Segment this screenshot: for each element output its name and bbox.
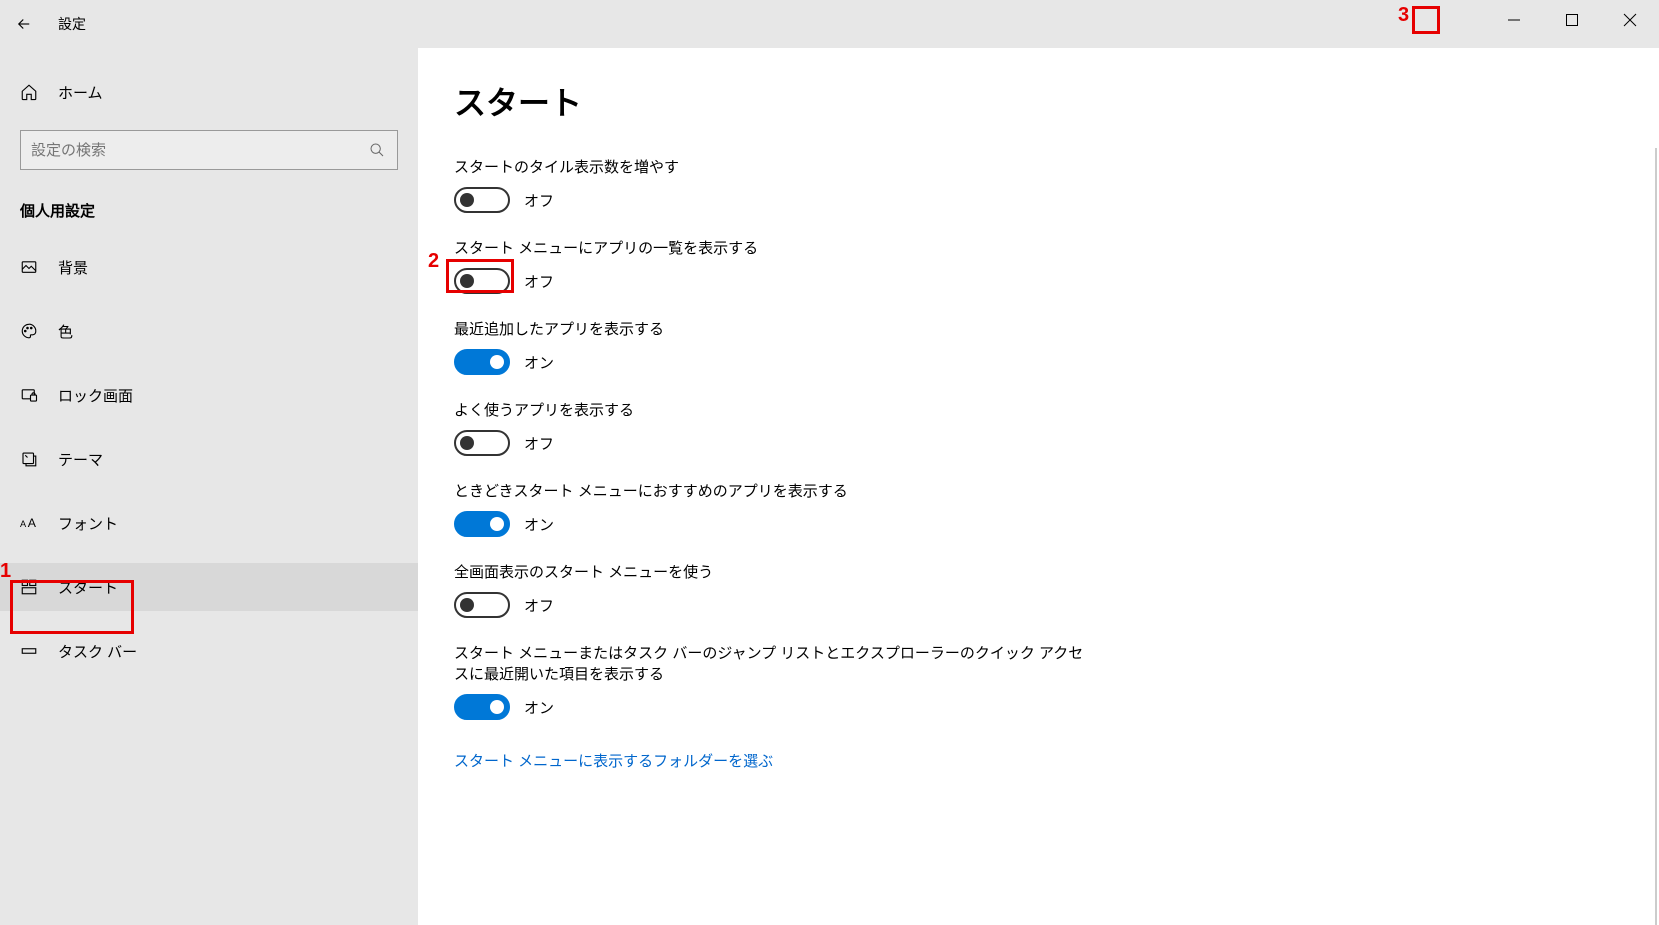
taskbar-icon (20, 642, 44, 660)
toggle-state: オン (524, 514, 554, 535)
lockscreen-icon (20, 386, 44, 404)
setting-app-list: スタート メニューにアプリの一覧を表示する オフ (454, 237, 1094, 294)
toggle-most-used[interactable] (454, 430, 510, 456)
setting-label: 最近追加したアプリを表示する (454, 318, 1094, 339)
picture-icon (20, 258, 44, 276)
setting-suggestions: ときどきスタート メニューにおすすめのアプリを表示する オン (454, 480, 1094, 537)
toggle-fullscreen[interactable] (454, 592, 510, 618)
toggle-state: オン (524, 697, 554, 718)
minimize-button[interactable] (1485, 0, 1543, 40)
sidebar-item-label: タスク バー (58, 641, 137, 662)
sidebar-home[interactable]: ホーム (0, 68, 418, 116)
search-box[interactable] (20, 130, 398, 170)
sidebar-item-label: フォント (58, 513, 118, 534)
setting-label: ときどきスタート メニューにおすすめのアプリを表示する (454, 480, 1094, 501)
toggle-state: オフ (524, 433, 554, 454)
toggle-app-list[interactable] (454, 268, 510, 294)
setting-more-tiles: スタートのタイル表示数を増やす オフ (454, 156, 1094, 213)
window-title: 設定 (58, 14, 86, 34)
setting-label: スタート メニューにアプリの一覧を表示する (454, 237, 1094, 258)
vertical-scrollbar[interactable] (1645, 48, 1659, 925)
sidebar-item-label: 色 (58, 321, 73, 342)
toggle-state: オフ (524, 595, 554, 616)
sidebar-home-label: ホーム (58, 82, 103, 103)
minimize-icon (1507, 13, 1521, 27)
setting-recent-items: スタート メニューまたはタスク バーのジャンプ リストとエクスプローラーのクイッ… (454, 642, 1094, 720)
start-tiles-icon (20, 578, 44, 596)
setting-fullscreen: 全画面表示のスタート メニューを使う オフ (454, 561, 1094, 618)
sidebar-item-taskbar[interactable]: タスク バー (0, 627, 418, 675)
theme-icon (20, 450, 44, 468)
maximize-button[interactable] (1543, 0, 1601, 40)
setting-label: 全画面表示のスタート メニューを使う (454, 561, 1094, 582)
sidebar-section-title: 個人用設定 (0, 194, 418, 243)
page-heading: スタート (454, 78, 1623, 124)
setting-label: スタートのタイル表示数を増やす (454, 156, 1094, 177)
setting-most-used: よく使うアプリを表示する オフ (454, 399, 1094, 456)
toggle-state: オフ (524, 271, 554, 292)
sidebar-item-background[interactable]: 背景 (0, 243, 418, 291)
setting-label: よく使うアプリを表示する (454, 399, 1094, 420)
sidebar-item-fonts[interactable]: AA フォント (0, 499, 418, 547)
palette-icon (20, 322, 44, 340)
setting-label: スタート メニューまたはタスク バーのジャンプ リストとエクスプローラーのクイッ… (454, 642, 1094, 684)
sidebar-item-start[interactable]: スタート (0, 563, 418, 611)
window-controls (1485, 0, 1659, 40)
titlebar: 設定 (0, 0, 1659, 48)
svg-text:A: A (20, 519, 27, 529)
sidebar-item-lockscreen[interactable]: ロック画面 (0, 371, 418, 419)
toggle-state: オン (524, 352, 554, 373)
search-icon (367, 142, 387, 158)
content-area: スタート スタートのタイル表示数を増やす オフ スタート メニューにアプリの一覧… (418, 48, 1659, 925)
sidebar-item-label: テーマ (58, 449, 103, 470)
font-icon: AA (20, 515, 44, 531)
sidebar-item-label: スタート (58, 577, 118, 598)
sidebar-item-themes[interactable]: テーマ (0, 435, 418, 483)
sidebar-item-label: 背景 (58, 257, 88, 278)
toggle-state: オフ (524, 190, 554, 211)
toggle-suggestions[interactable] (454, 511, 510, 537)
search-input[interactable] (31, 142, 367, 159)
home-icon (20, 83, 44, 101)
setting-recently-added: 最近追加したアプリを表示する オン (454, 318, 1094, 375)
close-button[interactable] (1601, 0, 1659, 40)
sidebar: ホーム 個人用設定 背景 色 ロック画面 テーマ (0, 48, 418, 925)
maximize-icon (1565, 13, 1579, 27)
toggle-recent-items[interactable] (454, 694, 510, 720)
toggle-more-tiles[interactable] (454, 187, 510, 213)
sidebar-item-colors[interactable]: 色 (0, 307, 418, 355)
arrow-left-icon (15, 15, 33, 33)
toggle-recently-added[interactable] (454, 349, 510, 375)
svg-text:A: A (28, 516, 37, 530)
back-button[interactable] (0, 0, 48, 48)
sidebar-item-label: ロック画面 (58, 385, 133, 406)
choose-folders-link[interactable]: スタート メニューに表示するフォルダーを選ぶ (454, 750, 773, 771)
close-icon (1623, 13, 1637, 27)
